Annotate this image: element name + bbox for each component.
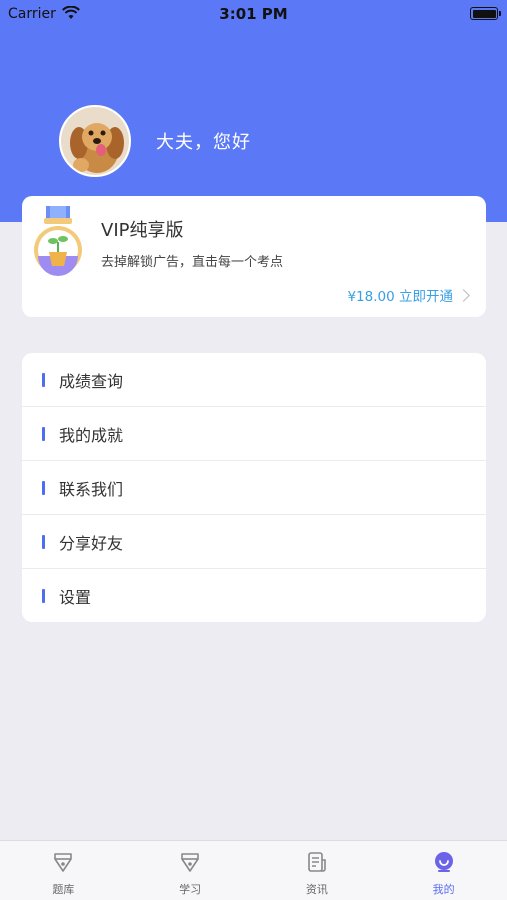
tab-label: 我的 <box>432 883 455 896</box>
menu-item-contact-us[interactable]: 联系我们 <box>22 461 486 515</box>
menu-item-share-friends[interactable]: 分享好友 <box>22 515 486 569</box>
menu-marker <box>42 589 45 603</box>
clock: 3:01 PM <box>219 5 288 23</box>
tab-news[interactable]: 资讯 <box>254 841 381 900</box>
tab-label: 资讯 <box>305 883 328 896</box>
vip-price-label: ¥18.00 立即开通 <box>347 289 453 305</box>
greeting-text: 大夫，您好 <box>156 132 251 153</box>
tab-question-bank[interactable]: 题库 <box>0 841 127 900</box>
menu-marker <box>42 480 45 495</box>
tab-label: 题库 <box>52 883 75 896</box>
tab-label: 学习 <box>179 883 202 896</box>
tab-mine[interactable]: 我的 <box>380 841 507 900</box>
news-icon <box>308 852 326 872</box>
vip-purchase-link[interactable]: ¥18.00 立即开通 <box>347 285 472 305</box>
tab-study[interactable]: 学习 <box>127 841 254 900</box>
menu-marker <box>42 372 45 387</box>
vip-card[interactable]: VIP纯享版 去掉解锁广告，直击每一个考点 ¥18.00 立即开通 <box>22 196 486 317</box>
menu-marker <box>42 534 45 549</box>
menu-item-score-query[interactable]: 成绩查询 <box>22 353 486 407</box>
pen-nib-icon <box>54 853 73 872</box>
vip-medal-icon <box>34 206 82 276</box>
menu-marker <box>42 426 45 441</box>
battery-icon <box>470 7 501 20</box>
menu-item-label: 设置 <box>59 588 92 607</box>
menu-item-label: 我的成就 <box>59 425 124 445</box>
menu-item-label: 分享好友 <box>59 533 124 553</box>
menu-item-label: 联系我们 <box>59 479 124 499</box>
chevron-right-icon <box>457 288 470 302</box>
tab-bar: 题库 学习 资讯 我的 <box>0 840 507 900</box>
profile-icon <box>434 852 453 872</box>
vip-title: VIP纯享版 <box>101 220 184 241</box>
avatar[interactable] <box>59 105 131 177</box>
menu-item-settings[interactable]: 设置 <box>22 569 486 622</box>
menu-item-label: 成绩查询 <box>59 371 124 391</box>
vip-description: 去掉解锁广告，直击每一个考点 <box>101 255 284 270</box>
status-bar: Carrier 3:01 PM <box>0 0 507 28</box>
menu-list: 成绩查询 我的成就 联系我们 分享好友 设置 <box>22 353 486 622</box>
pen-nib-icon <box>181 853 199 872</box>
menu-item-achievements[interactable]: 我的成就 <box>22 407 486 461</box>
